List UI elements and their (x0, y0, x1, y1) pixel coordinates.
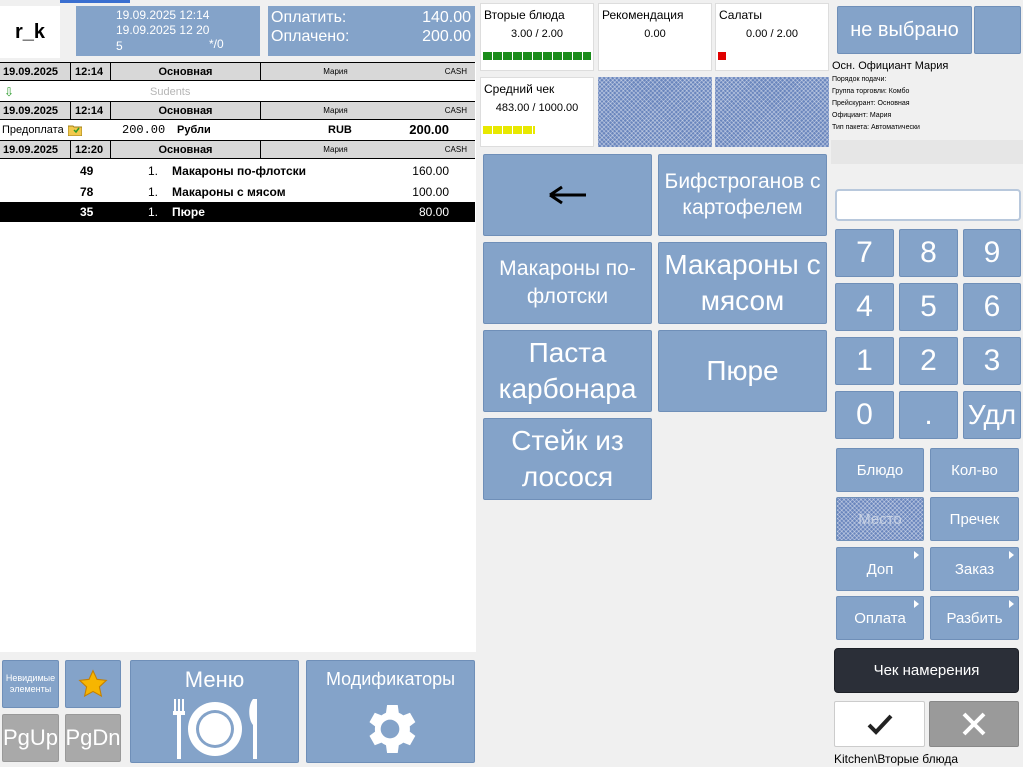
check-info-panel: 19.09.2025 12:14 19.09.2025 12 20 5 */0 (76, 6, 260, 56)
paid-label: Оплачено: (271, 28, 350, 45)
empty-tile (598, 77, 712, 147)
pgdn-button[interactable]: PgDn (65, 714, 121, 762)
key-delete[interactable]: Удл (963, 391, 1021, 439)
confirm-button[interactable] (834, 701, 925, 747)
modifiers-button[interactable]: Модификаторы (306, 660, 475, 763)
modifiers-label: Модификаторы (325, 669, 456, 689)
logo: r_k (0, 6, 60, 58)
order-item-row[interactable]: 78 1. Макароны с мясом 100.00 (0, 181, 475, 202)
payment-button[interactable]: Оплата (836, 596, 924, 640)
paid-value: 200.00 (422, 28, 471, 45)
pay-label: Оплатить: (271, 9, 347, 26)
empty-tile (715, 77, 829, 147)
stat-tile-salads: Салаты 0.00 / 2.00 (715, 3, 829, 71)
guest-count: 5 (116, 39, 123, 53)
order-button[interactable]: Заказ (930, 547, 1019, 591)
stat-tile-recommendation: Рекомендация 0.00 (598, 3, 712, 71)
back-button[interactable] (483, 154, 652, 236)
prepayment-row[interactable]: Предоплата 200.00 Рубли RUB 200.00 (0, 120, 475, 139)
gear-icon (369, 705, 416, 753)
checkmark-icon (867, 714, 892, 735)
down-arrow-icon: ⇩ (4, 84, 15, 99)
key-5[interactable]: 5 (899, 283, 958, 331)
table-info: */0 (209, 37, 224, 51)
key-8[interactable]: 8 (899, 229, 958, 277)
invisible-elements-button[interactable]: Невидимые элементы (2, 660, 59, 708)
split-button[interactable]: Разбить (930, 596, 1019, 640)
menu-item-mashed-potatoes[interactable]: Пюре (658, 330, 827, 412)
star-icon (78, 669, 108, 698)
folder-icon (68, 120, 82, 139)
update-time: 19.09.2025 12 20 (116, 23, 210, 37)
order-header: 19.09.2025 12:20 Основная Мария CASH (0, 140, 475, 159)
progress-bar (718, 52, 826, 60)
arrow-left-icon (548, 185, 586, 205)
menu-item-beef-stroganoff[interactable]: Бифстроганов с картофелем (658, 154, 827, 236)
waiter-line: Осн. Официант Мария (832, 60, 949, 72)
plate-cutlery-icon (173, 699, 257, 759)
status-path: Kitchen\Вторые блюда (834, 752, 959, 766)
key-2[interactable]: 2 (899, 337, 958, 385)
menu-button[interactable]: Меню (130, 660, 299, 763)
menu-item-salmon-steak[interactable]: Стейк из лосося (483, 418, 652, 500)
dish-button[interactable]: Блюдо (836, 448, 924, 492)
menu-label: Меню (184, 667, 245, 692)
extra-button[interactable]: Доп (836, 547, 924, 591)
side-button[interactable] (974, 6, 1021, 54)
progress-bar (483, 126, 591, 134)
progress-bar (483, 52, 591, 60)
cancel-button[interactable] (929, 701, 1019, 747)
quantity-button[interactable]: Кол-во (930, 448, 1019, 492)
menu-item-pasta-meat[interactable]: Макароны с мясом (658, 242, 827, 324)
key-0[interactable]: 0 (835, 391, 894, 439)
numeric-input[interactable] (835, 189, 1021, 221)
key-3[interactable]: 3 (963, 337, 1021, 385)
key-6[interactable]: 6 (963, 283, 1021, 331)
key-1[interactable]: 1 (835, 337, 894, 385)
order-list[interactable]: 19.09.2025 12:14 Основная Мария CASH ⇩ S… (0, 62, 476, 652)
pgup-button[interactable]: PgUp (2, 714, 59, 762)
guest-row[interactable]: ⇩ Sudents (0, 82, 475, 101)
menu-item-carbonara[interactable]: Паста карбонара (483, 330, 652, 412)
key-9[interactable]: 9 (963, 229, 1021, 277)
order-item-row[interactable]: 49 1. Макароны по-флотски 160.00 (0, 160, 475, 181)
not-selected-button[interactable]: не выбрано (837, 6, 972, 54)
order-header: 19.09.2025 12:14 Основная Мария CASH (0, 101, 475, 120)
stat-tile-average-check: Средний чек 483.00 / 1000.00 (480, 77, 594, 147)
stat-tile-main-courses: Вторые блюда 3.00 / 2.00 (480, 3, 594, 71)
place-button[interactable]: Место (836, 497, 924, 541)
key-7[interactable]: 7 (835, 229, 894, 277)
favorites-button[interactable] (65, 660, 121, 708)
order-header: 19.09.2025 12:14 Основная Мария CASH (0, 62, 475, 81)
open-time: 19.09.2025 12:14 (116, 8, 210, 22)
pay-value: 140.00 (422, 9, 471, 26)
key-4[interactable]: 4 (835, 283, 894, 331)
precheck-button[interactable]: Пречек (930, 497, 1019, 541)
payment-panel: Оплатить: 140.00 Оплачено: 200.00 (268, 6, 475, 56)
intent-receipt-button[interactable]: Чек намерения (834, 648, 1019, 693)
key-dot[interactable]: . (899, 391, 958, 439)
menu-item-navy-pasta[interactable]: Макароны по-флотски (483, 242, 652, 324)
close-icon (962, 712, 986, 736)
order-details: Порядок подачи: Группа торговли: Комбо П… (832, 76, 920, 131)
order-item-row-selected[interactable]: 35 1. Пюре 80.00 (0, 202, 475, 222)
